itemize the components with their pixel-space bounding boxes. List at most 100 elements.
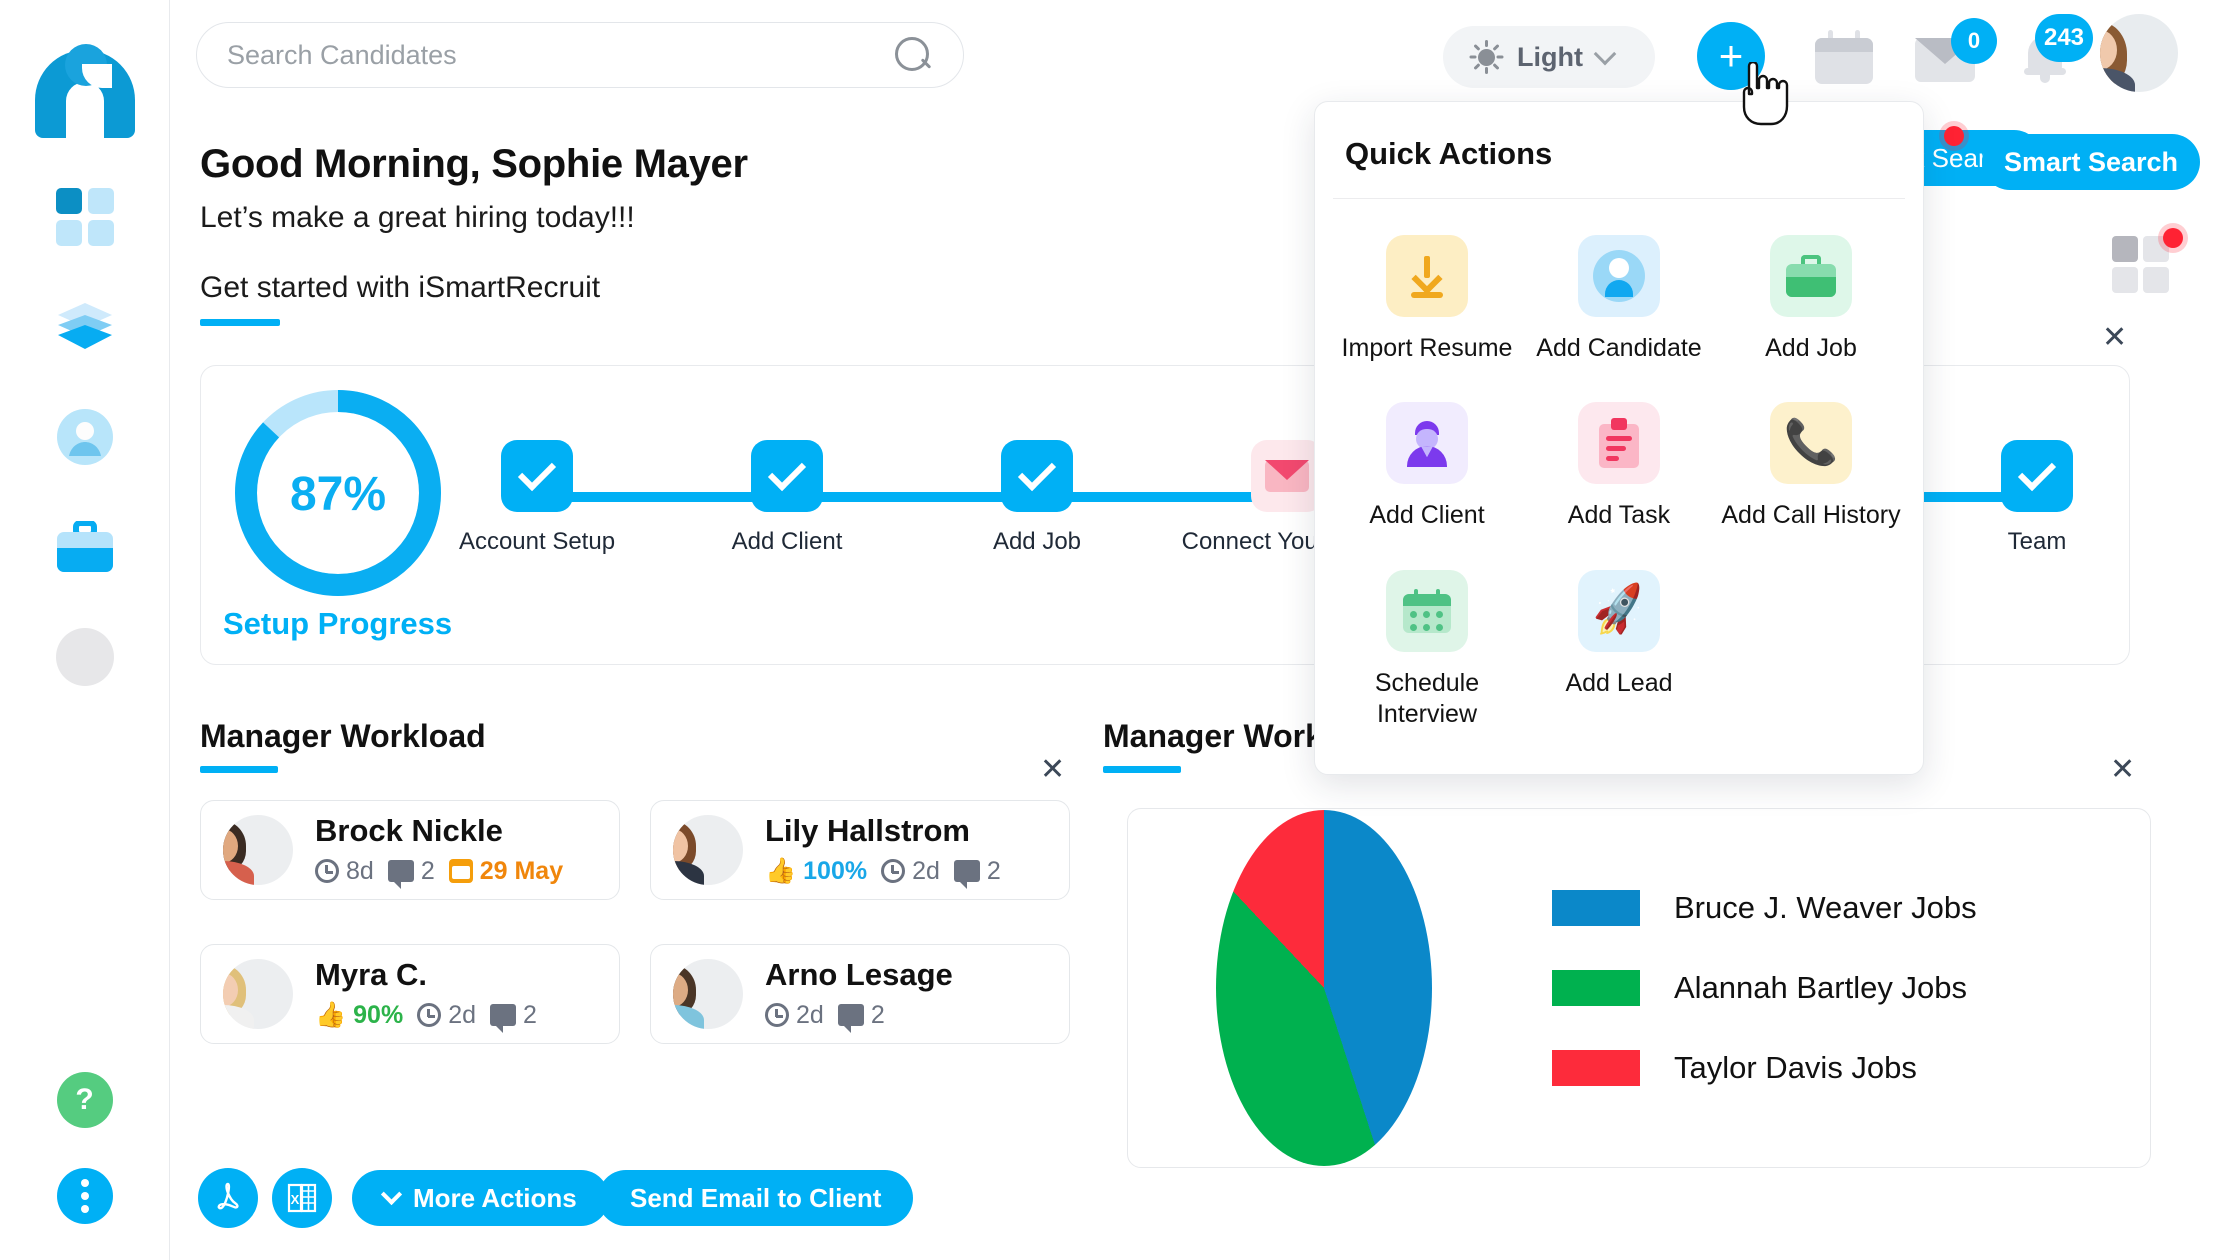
page-title: Good Morning, Sophie Mayer — [200, 142, 748, 186]
chevron-down-icon — [380, 1183, 403, 1206]
theme-selector[interactable]: Light — [1443, 26, 1655, 88]
help-button[interactable]: ? — [56, 1072, 113, 1128]
close-workload-left-button[interactable]: ✕ — [1040, 752, 1065, 787]
legend-swatch — [1552, 970, 1640, 1006]
quick-action-item[interactable]: Add Job — [1715, 225, 1907, 382]
briefcase-icon — [1770, 235, 1852, 317]
setup-step[interactable]: Account Setup — [437, 440, 637, 556]
workload-card[interactable]: Lily Hallstrom 👍 100% 2d 2 — [650, 800, 1070, 900]
quick-action-item[interactable]: Add Task — [1523, 392, 1715, 549]
pdf-icon — [217, 1182, 239, 1210]
workload-comments: 2 — [870, 1000, 885, 1029]
avatar[interactable] — [2100, 14, 2178, 92]
legend-label: Taylor Davis Jobs — [1674, 1050, 1917, 1085]
grid-alert-dot — [2163, 228, 2183, 248]
legend-label: Bruce J. Weaver Jobs — [1674, 890, 1977, 925]
left-sidebar: ? — [0, 0, 170, 1260]
quick-action-item[interactable]: Add Candidate — [1523, 225, 1715, 382]
smart-search-label: Smart Search — [2003, 146, 2179, 177]
pie-chart-card: Bruce J. Weaver Jobs Alannah Bartley Jobs… — [1127, 808, 2151, 1168]
rocket-icon: 🚀 — [1578, 569, 1660, 652]
setup-progress-label: Setup Progress — [223, 606, 453, 641]
quick-action-label: Add Job — [1765, 334, 1857, 362]
workload-days: 8d — [346, 856, 374, 885]
search-icon[interactable] — [893, 35, 933, 75]
setup-step-label: Add Client — [731, 528, 843, 555]
quick-action-item[interactable]: Schedule Interview — [1331, 560, 1523, 749]
excel-icon: X — [287, 1183, 317, 1213]
smart-search-button[interactable]: Smart Search — [1982, 134, 2200, 190]
thumbs-up-icon: 👍 — [315, 1000, 347, 1029]
quick-action-item[interactable]: Add Client — [1331, 392, 1523, 549]
quick-action-label: Add Call History — [1721, 501, 1901, 530]
download-icon — [1386, 235, 1468, 317]
setup-step[interactable]: Add Job — [937, 440, 1137, 556]
sidebar-item-candidates[interactable] — [56, 408, 114, 466]
mail-badge: 0 — [1951, 18, 1997, 64]
export-excel-button[interactable]: X — [272, 1168, 332, 1228]
sidebar-item-layers[interactable] — [56, 298, 114, 356]
sidebar-item-jobs[interactable] — [56, 518, 114, 576]
workload-days: 2d — [912, 856, 940, 885]
greeting-subtitle: Let’s make a great hiring today!!! — [200, 201, 635, 234]
search-input[interactable] — [227, 39, 893, 71]
workload-card-name: Lily Hallstrom — [765, 813, 970, 849]
calendar-icon — [448, 859, 473, 884]
setup-step[interactable]: Team — [1937, 440, 2137, 556]
workload-rate: 90% — [353, 1000, 404, 1029]
grid-icon — [55, 188, 114, 246]
grid-toggle-icon[interactable] — [2112, 236, 2169, 293]
close-setup-button[interactable]: ✕ — [2102, 320, 2127, 355]
quick-search-alert-dot — [1944, 126, 1964, 146]
sidebar-item-more[interactable] — [55, 628, 114, 686]
workload-date: 29 May — [479, 856, 564, 885]
legend-item[interactable]: Taylor Davis Jobs — [1552, 1050, 1977, 1086]
more-actions-button[interactable]: More Actions — [352, 1170, 609, 1226]
progress-ring: 87% — [233, 388, 443, 598]
options-button[interactable] — [56, 1168, 113, 1224]
setup-step[interactable]: Add Client — [687, 440, 887, 556]
greeting-block: Good Morning, Sophie Mayer Let’s make a … — [200, 142, 748, 326]
quick-action-item[interactable]: 🚀 Add Lead — [1523, 560, 1715, 749]
clock-icon — [315, 859, 339, 884]
quick-actions-grid: Import Resume Add Candidate Add Job Add Cli… — [1315, 199, 1923, 748]
plus-icon: + — [1718, 32, 1744, 79]
export-pdf-button[interactable] — [198, 1168, 258, 1228]
legend-item[interactable]: Alannah Bartley Jobs — [1552, 970, 1977, 1006]
sidebar-item-dashboard[interactable] — [55, 188, 114, 246]
workload-left-title: Manager Workload — [200, 718, 486, 754]
send-email-button[interactable]: Send Email to Client — [598, 1170, 914, 1226]
chevron-down-icon — [1593, 42, 1617, 66]
workload-card[interactable]: Brock Nickle 8d 2 29 May — [200, 800, 620, 900]
add-button[interactable]: + — [1697, 22, 1765, 90]
setup-step-label: Team — [2007, 528, 2067, 555]
workload-card[interactable]: Arno Lesage 2d 2 — [650, 944, 1070, 1044]
pie-chart-legend: Bruce J. Weaver Jobs Alannah Bartley Jobs… — [1552, 890, 1977, 1086]
quick-action-item[interactable]: 📞 Add Call History — [1715, 392, 1907, 549]
app-logo[interactable] — [26, 20, 144, 138]
check-icon — [1001, 440, 1073, 512]
person-icon — [1578, 235, 1660, 317]
quick-action-label: Add Client — [1369, 501, 1485, 530]
quick-action-label: Schedule Interview — [1374, 668, 1480, 728]
check-icon — [2001, 440, 2073, 512]
search-bar[interactable] — [196, 22, 964, 88]
briefcase-icon — [56, 521, 113, 572]
layers-icon — [57, 303, 112, 349]
three-dots-icon — [80, 1179, 89, 1187]
check-icon — [501, 440, 573, 512]
workload-card-meta: 👍 100% 2d 2 — [765, 856, 1001, 890]
workload-card[interactable]: Myra C. 👍 90% 2d 2 — [200, 944, 620, 1044]
quick-action-label: Add Task — [1567, 501, 1671, 530]
theme-label: Light — [1517, 41, 1583, 72]
avatar — [673, 815, 743, 885]
quick-actions-dropdown: Quick Actions Import Resume Add Candidate… — [1314, 101, 1924, 775]
quick-action-label: Add Candidate — [1536, 334, 1702, 362]
quick-actions-title: Quick Actions — [1345, 136, 1553, 171]
quick-action-item[interactable]: Import Resume — [1331, 225, 1523, 382]
setup-step-label: Add Job — [992, 528, 1082, 555]
workload-card-meta: 2d 2 — [765, 1000, 953, 1034]
calendar-button[interactable] — [1815, 30, 1873, 84]
legend-item[interactable]: Bruce J. Weaver Jobs — [1552, 890, 1977, 926]
close-workload-right-button[interactable]: ✕ — [2110, 752, 2135, 787]
